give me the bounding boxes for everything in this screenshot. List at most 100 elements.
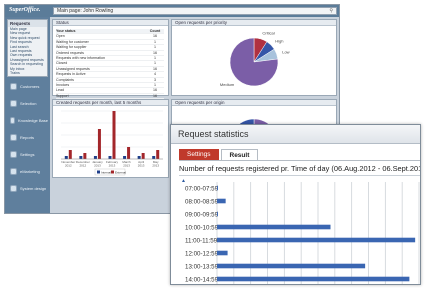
status-label: Open (56, 34, 65, 39)
month-tick-label: 2013 (94, 164, 101, 168)
origin-panel-title: Open requests per origin (172, 100, 336, 106)
sidebar-nav-knowledge[interactable]: Knowledge Base (7, 114, 48, 127)
month-tick-label: 2012 (65, 164, 72, 168)
status-label: Invoices (56, 83, 70, 88)
sidebar-nav-settings[interactable]: Settings (7, 148, 48, 161)
internal-bar (108, 156, 112, 159)
dialog-title: Request statistics (178, 129, 249, 139)
status-count: 1 (154, 56, 156, 61)
sidebar-nav-label: Knowledge Base (17, 118, 48, 123)
internal-bar (93, 156, 97, 159)
time-slot-bar (217, 224, 331, 230)
sidebar-nav-label: Reports (20, 135, 35, 140)
external-bar (127, 147, 131, 159)
legend-swatch (111, 170, 114, 174)
pie-slice-label: Medium (220, 82, 235, 87)
app-sidebar: Requests Main page New request New quick r… (5, 17, 50, 213)
legend-label: Internal (101, 170, 111, 174)
system-icon (10, 185, 17, 192)
customers-icon (10, 83, 17, 90)
status-column-header: Your status (56, 29, 76, 33)
sidebar-nav-label: Customers (20, 84, 40, 89)
app-topbar: Main page: John Rowling ⚲ (53, 7, 337, 15)
time-slot-label: 11:00-11:59 (185, 238, 218, 245)
legend-swatch (97, 170, 100, 174)
sidebar-nav-customers[interactable]: Customers (7, 80, 48, 93)
selection-icon (10, 100, 17, 107)
sidebar-link[interactable]: Trains (8, 71, 47, 75)
status-panel: Status Your status Count Open 16 Waiting for… (52, 19, 169, 100)
external-bar (97, 129, 101, 159)
tab-result[interactable]: Result (220, 149, 259, 160)
status-count: 16 (153, 88, 157, 93)
status-count: 1 (154, 39, 156, 44)
sidebar-nav-system[interactable]: System design (7, 182, 48, 195)
created-requests-chart: November2012December2012January2013Febru… (61, 110, 163, 176)
month-tick-label: 2013 (138, 164, 145, 168)
emarketing-icon (10, 168, 17, 175)
tab-settings[interactable]: Settings (179, 149, 219, 160)
status-column-header: Count (149, 29, 161, 33)
month-tick-label: 2013 (109, 164, 116, 168)
knowledge-icon (10, 117, 15, 124)
status-count: 16 (153, 93, 157, 98)
priority-pie-chart: CriticalHigh Low Medium (220, 31, 290, 87)
status-count: 1 (154, 61, 156, 66)
time-slot-label: 13:00-13:59 (185, 264, 219, 271)
month-tick-label: 2013 (152, 164, 159, 168)
reports-icon (10, 134, 17, 141)
external-bar (156, 150, 160, 159)
time-slot-label: 14:00-14:59 (185, 277, 219, 284)
sidebar-nav-label: Selection (20, 101, 37, 106)
status-count: 16 (153, 66, 157, 71)
sidebar-nav-emarketing[interactable]: eMarketing (7, 165, 48, 178)
internal-bar (64, 156, 68, 159)
external-bar (141, 153, 145, 159)
status-count: 4 (154, 72, 156, 77)
sidebar-nav-selection[interactable]: Selection (7, 97, 48, 110)
created-requests-panel-title: Created requests per month, last 5 month… (53, 100, 168, 106)
time-slot-bar (217, 211, 218, 217)
time-slot-bar (217, 263, 366, 269)
time-slot-label: 12:00-12:59 (185, 251, 219, 258)
pie-slice-label: High (275, 38, 283, 43)
status-label: Closed (56, 61, 68, 66)
status-table: Your status Count Open 16 Waiting for custom… (56, 29, 164, 100)
time-slot-bar (217, 250, 228, 256)
status-panel-title: Status (53, 20, 168, 26)
pie-slice-label: Critical (262, 31, 274, 36)
time-slot-bar (217, 198, 226, 204)
time-slot-label: 07:00-07:59 (185, 186, 219, 193)
external-bar (112, 111, 116, 159)
sidebar-link[interactable]: Search in requesting (8, 62, 47, 66)
status-count: 3 (154, 77, 156, 82)
sidebar-nav-label: Settings (20, 152, 35, 157)
status-count: 16 (153, 50, 157, 55)
app-logo: SuperOffice. (9, 7, 41, 13)
status-label: Requests in Active (56, 72, 86, 77)
sidebar-nav-reports[interactable]: Reports (7, 131, 48, 144)
status-label: Support (56, 93, 69, 98)
status-label: Unassigned requests (56, 66, 90, 71)
internal-bar (152, 156, 156, 159)
requests-panel: Requests Main page New request New quick r… (7, 19, 48, 77)
priority-panel-title: Open requests per priority (172, 20, 336, 26)
status-count: 16 (153, 34, 157, 39)
time-slot-label: 09:00-09:59 (185, 212, 219, 219)
status-label: Lead (56, 88, 64, 93)
dialog-tabs: Settings Result (179, 149, 259, 160)
pie-slice-label: Low (282, 49, 289, 54)
time-slot-label: 10:00-10:59 (185, 225, 219, 232)
internal-bar (123, 156, 127, 159)
status-count: 1 (154, 83, 156, 88)
status-label: Complaints (56, 77, 74, 82)
chart-heading: Number of requests registered pr. Time o… (179, 164, 421, 173)
tab-divider (179, 160, 420, 161)
time-slot-bar (217, 237, 416, 243)
app-titlebar: SuperOffice. Main page: John Rowling ⚲ (5, 5, 339, 17)
month-tick-label: 2012 (80, 164, 87, 168)
time-slot-bar (217, 276, 410, 282)
search-icon[interactable]: ⚲ (329, 8, 333, 14)
status-label: Waiting for supplier (56, 45, 87, 50)
external-bar (68, 150, 72, 159)
